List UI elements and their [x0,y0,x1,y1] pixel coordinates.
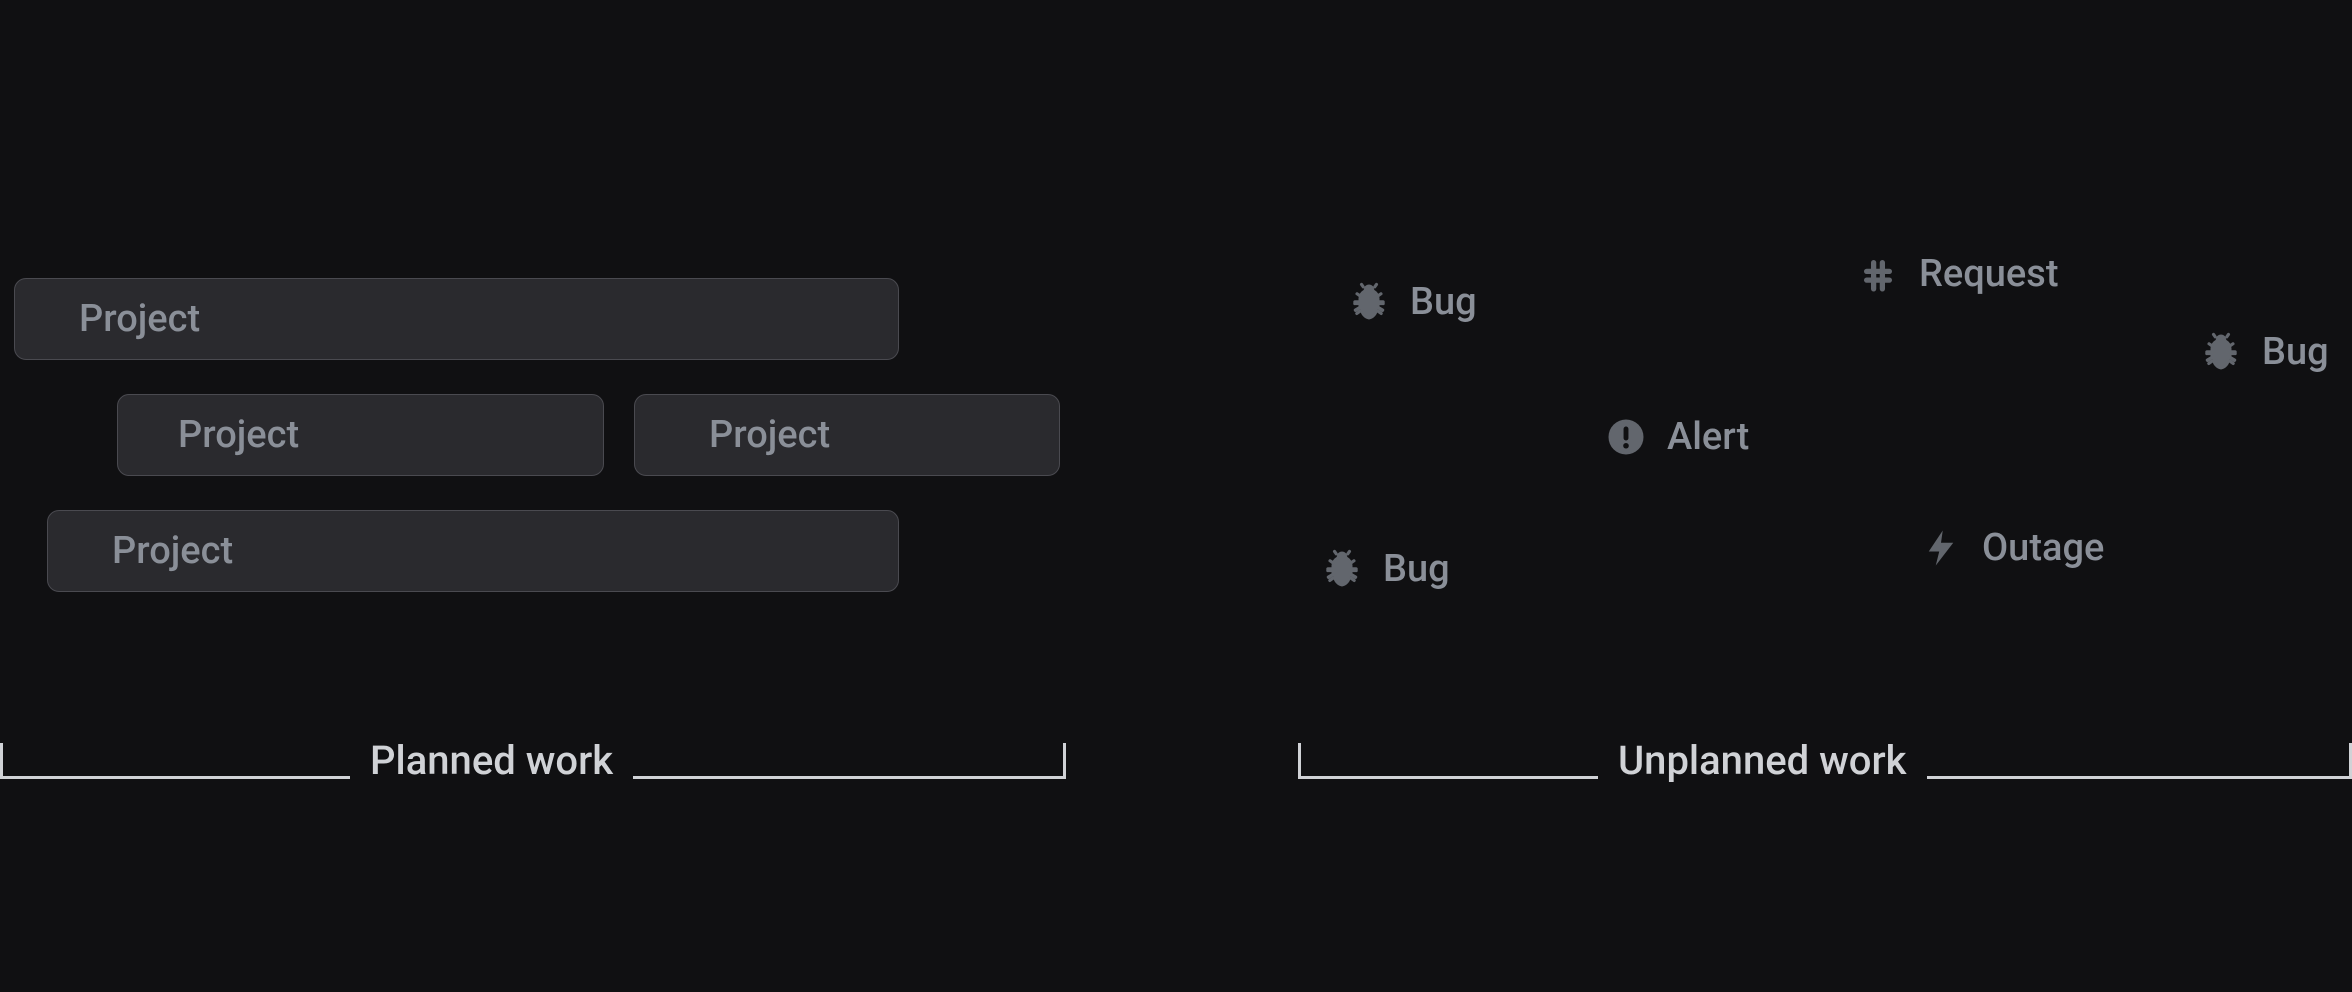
work-item-label: Request [1919,252,2058,296]
bracket-right [1927,743,2352,779]
project-bar-label: Project [178,413,299,457]
bug-icon [2200,331,2242,373]
work-item-label: Alert [1667,415,1749,459]
slack-icon [1857,253,1899,295]
work-item-label: Bug [1383,547,1450,591]
work-item-request: Request [1857,252,2058,296]
bracket-right [633,743,1066,779]
work-item-alert: Alert [1605,415,1749,459]
work-item-bug: Bug [1348,280,1477,324]
project-bar-label: Project [112,529,233,573]
project-bar: Project [47,510,899,592]
work-item-label: Outage [1982,526,2104,570]
project-bar: Project [117,394,604,476]
project-bar-label: Project [709,413,830,457]
bracket-left [1298,743,1598,779]
bug-icon [1321,548,1363,590]
project-bar-label: Project [79,297,200,341]
bug-icon [1348,281,1390,323]
work-item-label: Bug [1410,280,1477,324]
project-bar: Project [14,278,899,360]
project-bar: Project [634,394,1060,476]
alert-icon [1605,416,1647,458]
work-item-outage: Outage [1920,526,2104,570]
work-item-bug: Bug [2200,330,2329,374]
bolt-icon [1920,527,1962,569]
work-item-bug: Bug [1321,547,1450,591]
work-item-label: Bug [2262,330,2329,374]
unplanned-caption-group: Unplanned work [1298,737,2352,784]
planned-caption: Planned work [350,737,633,784]
planned-caption-group: Planned work [0,737,1066,784]
bracket-left [0,743,350,779]
unplanned-caption: Unplanned work [1598,737,1927,784]
